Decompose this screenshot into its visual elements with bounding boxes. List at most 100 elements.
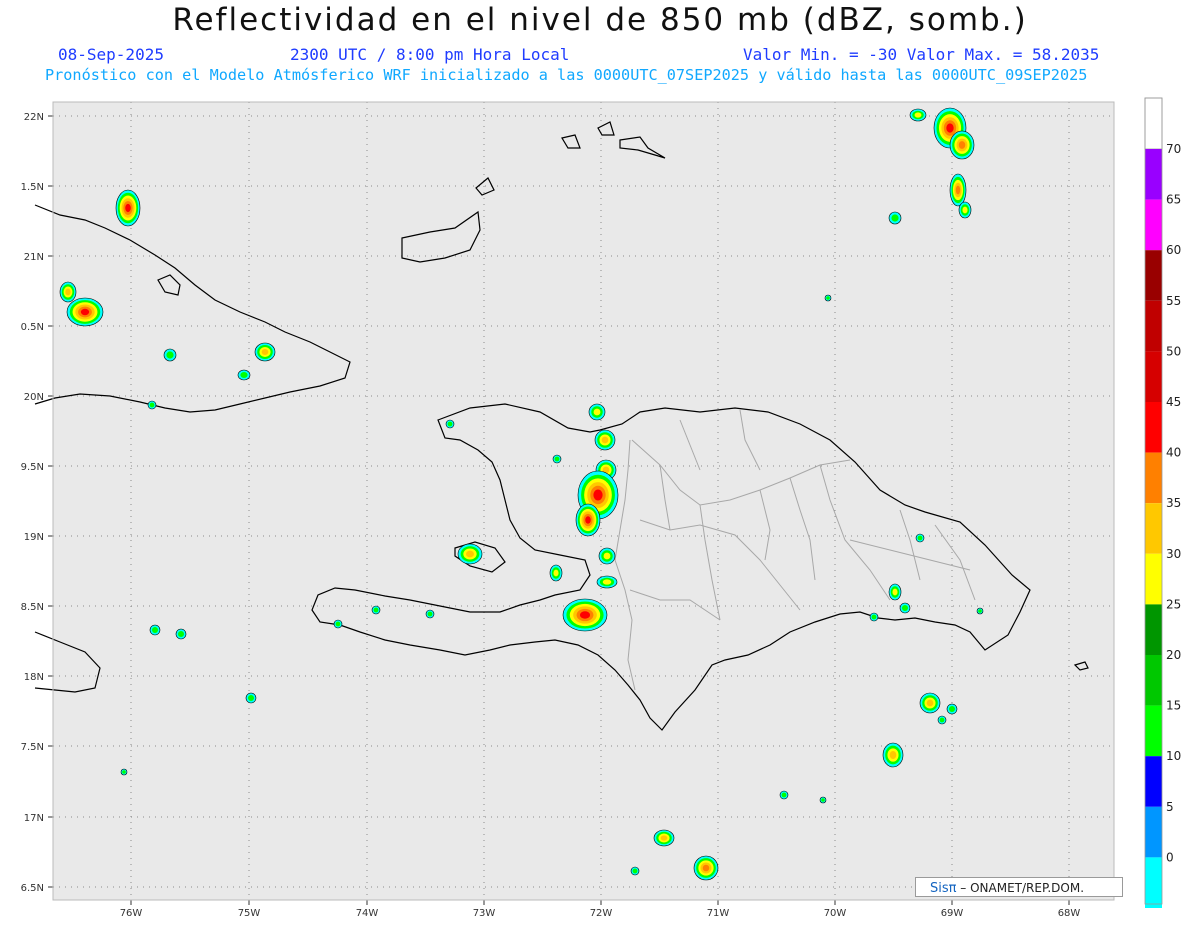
echo-cell (949, 130, 975, 160)
colorbar-swatch (1145, 705, 1162, 757)
colorbar: 7065605550454035302520151050 (1144, 97, 1181, 908)
echo-cell (882, 742, 904, 768)
lon-tick-label: 76W (120, 908, 143, 919)
echo-cell (598, 547, 616, 565)
echo-cell (333, 619, 343, 629)
colorbar-swatch (1145, 857, 1162, 908)
lat-tick-label: 17N (24, 813, 44, 824)
lat-tick-label: 19N (24, 532, 44, 543)
lon-tick-label: 70W (824, 908, 847, 919)
lat-tick-label: 21N (24, 252, 44, 263)
echo-cell (445, 419, 455, 429)
echo-cell (147, 400, 157, 410)
echo-cell (949, 173, 967, 207)
colorbar-swatch (1145, 149, 1162, 200)
echo-cell (919, 692, 941, 714)
colorbar-label: 25 (1166, 597, 1181, 611)
echo-cell (237, 369, 251, 381)
colorbar-swatch (1145, 300, 1162, 352)
colorbar-swatch (1145, 553, 1162, 605)
colorbar-swatch (1145, 199, 1162, 251)
echo-cell (958, 201, 972, 219)
credit-box: Sisπ – ONAMET/REP.DOM. (915, 877, 1123, 897)
echo-cell (819, 796, 827, 804)
echo-cell (120, 768, 128, 776)
colorbar-swatch (1145, 604, 1162, 655)
echo-cell (596, 575, 618, 589)
echo-cell (575, 503, 601, 537)
colorbar-label: 15 (1166, 699, 1181, 713)
echo-cell (909, 108, 927, 122)
echo-cell (149, 624, 161, 636)
echo-cell (915, 533, 925, 543)
colorbar-label: 65 (1166, 193, 1181, 207)
colorbar-label: 45 (1166, 395, 1181, 409)
echo-cell (552, 454, 562, 464)
colorbar-label: 35 (1166, 496, 1181, 510)
echo-cell (115, 189, 141, 227)
echo-cell (779, 790, 789, 800)
colorbar-swatch (1145, 503, 1162, 554)
echo-cell (888, 583, 902, 601)
colorbar-label: 20 (1166, 648, 1181, 662)
echo-cell (425, 609, 435, 619)
echo-cell (245, 692, 257, 704)
lat-tick-label: 8.5N (21, 602, 44, 613)
colorbar-swatch (1145, 351, 1162, 402)
echo-cell (869, 612, 879, 622)
lat-tick-label: 7.5N (21, 742, 44, 753)
lon-tick-label: 69W (941, 908, 964, 919)
echo-cell (899, 602, 911, 614)
lat-tick-label: 22N (24, 112, 44, 123)
colorbar-swatch (1145, 806, 1162, 858)
colorbar-swatch (1145, 756, 1162, 807)
lon-tick-label: 71W (707, 908, 730, 919)
credit-text: – ONAMET/REP.DOM. (960, 881, 1085, 895)
lat-tick-label: 9.5N (21, 462, 44, 473)
lon-tick-label: 75W (238, 908, 261, 919)
colorbar-swatch (1145, 250, 1162, 301)
colorbar-swatch (1145, 452, 1162, 504)
echo-cell (888, 211, 902, 225)
lat-tick-label: 0.5N (21, 322, 44, 333)
colorbar-label: 5 (1166, 800, 1174, 814)
echo-cell (59, 281, 77, 303)
reflectivity-map: 22N 1.5N 21N 0.5N 20N 9.5N 19N 8.5N 18N 7.5N 17N 6.… (21, 97, 1181, 919)
echo-cell (594, 429, 616, 451)
echo-cell (946, 703, 958, 715)
echo-cell (163, 348, 177, 362)
lon-tick-label: 68W (1058, 908, 1081, 919)
colorbar-label: 40 (1166, 446, 1181, 460)
colorbar-label: 10 (1166, 749, 1181, 763)
echo-cell (937, 715, 947, 725)
lon-tick-label: 73W (473, 908, 496, 919)
colorbar-swatch (1145, 655, 1162, 706)
lon-tick-label: 72W (590, 908, 613, 919)
echo-cell (457, 543, 483, 565)
lat-tick-label: 18N (24, 672, 44, 683)
echo-cell (549, 564, 563, 582)
echo-cell (588, 403, 606, 421)
echo-cell (254, 342, 276, 362)
colorbar-label: 0 (1166, 850, 1174, 864)
echo-cell (976, 607, 984, 615)
colorbar-swatch (1145, 402, 1162, 453)
colorbar-label: 55 (1166, 294, 1181, 308)
echo-cell (824, 294, 832, 302)
colorbar-label: 30 (1166, 547, 1181, 561)
echo-cell (693, 855, 719, 881)
echo-cell (175, 628, 187, 640)
echo-cell (66, 297, 104, 327)
colorbar-label: 50 (1166, 344, 1181, 358)
echo-cell (630, 866, 640, 876)
echo-cell (371, 605, 381, 615)
lat-tick-label: 6.5N (21, 883, 44, 894)
lat-tick-label: 1.5N (21, 182, 44, 193)
colorbar-label: 60 (1166, 243, 1181, 257)
echo-cell (653, 829, 675, 847)
sispi-logo: Sisπ (930, 881, 957, 896)
colorbar-label: 70 (1166, 142, 1181, 156)
lat-tick-label: 20N (24, 392, 44, 403)
lon-tick-label: 74W (356, 908, 379, 919)
echo-cell (562, 598, 608, 632)
